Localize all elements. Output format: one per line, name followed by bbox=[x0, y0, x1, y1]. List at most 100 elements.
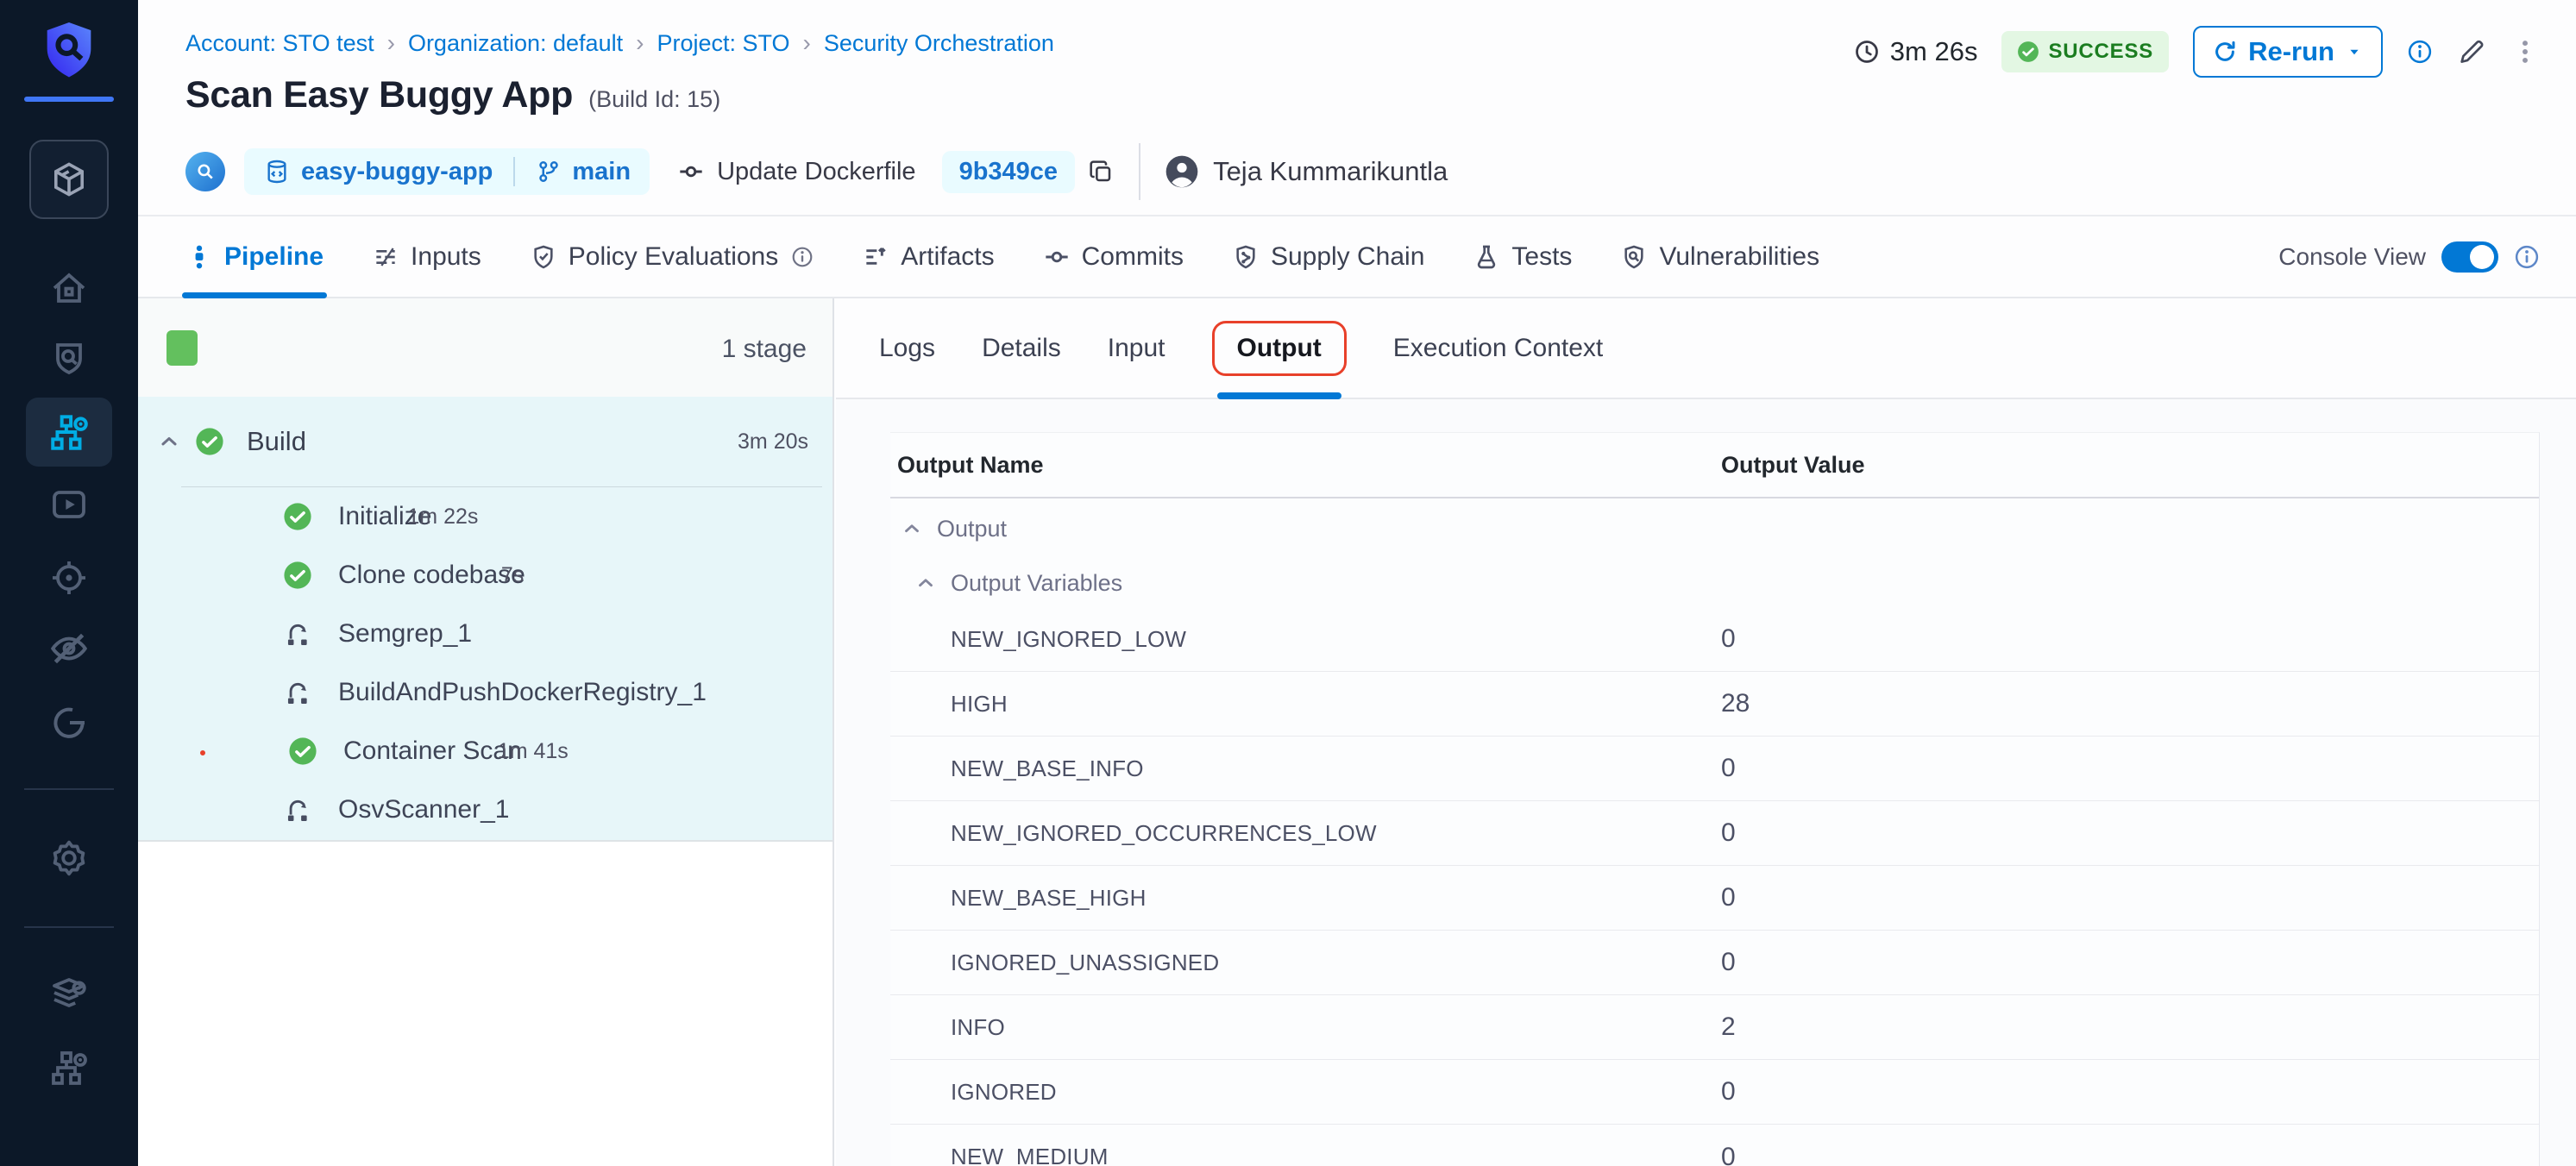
execution-tabbar: Pipeline Inputs Policy Evaluations Artif… bbox=[138, 216, 2576, 298]
sidebar-divider bbox=[24, 926, 114, 928]
tab-output[interactable]: Output bbox=[1212, 298, 1347, 398]
sto-shield-logo-icon[interactable] bbox=[41, 17, 97, 83]
pencil-icon bbox=[2457, 37, 2486, 66]
table-row: IGNORED 0 bbox=[890, 1060, 2539, 1125]
run-duration: 3m 26s bbox=[1890, 36, 1978, 67]
tab-inputs[interactable]: Inputs bbox=[372, 216, 481, 297]
commits-icon bbox=[1043, 243, 1071, 271]
step-label: Container Scan bbox=[343, 737, 522, 766]
stage-group-label: Build bbox=[247, 426, 306, 457]
chevron-up-icon[interactable] bbox=[157, 429, 181, 454]
tab-commits[interactable]: Commits bbox=[1043, 216, 1184, 297]
console-info-button[interactable] bbox=[2514, 244, 2540, 270]
step-build-and-push-docker-registry[interactable]: BuildAndPushDockerRegistry_1 bbox=[138, 663, 832, 722]
console-view-group: Console View bbox=[2278, 241, 2540, 273]
sidebar-item-exemptions[interactable] bbox=[0, 624, 138, 673]
step-clone-codebase[interactable]: Clone codebase 7s bbox=[138, 546, 832, 605]
sidebar-item-org-setup[interactable] bbox=[0, 1044, 138, 1092]
sidebar-item-targets[interactable] bbox=[0, 554, 138, 602]
pipelines-icon bbox=[47, 411, 91, 454]
tab-label: Supply Chain bbox=[1271, 242, 1424, 272]
step-container-scan[interactable]: Container Scan 1m 41s bbox=[138, 722, 832, 780]
tab-vulnerabilities[interactable]: Vulnerabilities bbox=[1620, 216, 1819, 297]
tab-pipeline[interactable]: Pipeline bbox=[185, 216, 324, 297]
rerun-label: Re-run bbox=[2248, 36, 2334, 67]
success-check-icon bbox=[283, 561, 312, 590]
execution-content: 1 stage Build 3m 20s Initialize bbox=[138, 298, 2576, 1166]
tab-artifacts[interactable]: Artifacts bbox=[862, 216, 994, 297]
commit-sha-pill[interactable]: 9b349ce bbox=[942, 151, 1076, 193]
copy-sha-button[interactable] bbox=[1087, 158, 1115, 185]
breadcrumb-account[interactable]: Account: STO test bbox=[185, 30, 374, 57]
sidebar-item-module-switcher[interactable] bbox=[29, 140, 109, 219]
tab-execution-context[interactable]: Execution Context bbox=[1393, 298, 1603, 398]
tab-logs[interactable]: Logs bbox=[879, 298, 935, 398]
status-text: SUCCESS bbox=[2048, 40, 2153, 64]
table-row: NEW_IGNORED_LOW 0 bbox=[890, 607, 2539, 672]
sidebar-item-home[interactable] bbox=[0, 265, 138, 313]
stage-group-build[interactable]: Build 3m 20s bbox=[138, 397, 832, 486]
table-row: HIGH 28 bbox=[890, 672, 2539, 737]
tab-input[interactable]: Input bbox=[1108, 298, 1165, 398]
sidebar-item-get-started[interactable] bbox=[0, 699, 138, 747]
sidebar-item-pipelines[interactable] bbox=[26, 398, 112, 467]
header-actions: 3m 26s SUCCESS Re-run bbox=[1854, 24, 2540, 79]
step-initialize[interactable]: Initialize 1m 22s bbox=[138, 487, 832, 546]
build-id-label: (Build Id: 15) bbox=[588, 86, 720, 113]
rerun-button[interactable]: Re-run bbox=[2193, 26, 2383, 78]
breadcrumb-organization[interactable]: Organization: default bbox=[408, 30, 623, 57]
rerun-info-button[interactable] bbox=[2407, 39, 2433, 65]
sidebar-item-settings[interactable] bbox=[0, 834, 138, 882]
table-row: NEW_BASE_HIGH 0 bbox=[890, 866, 2539, 931]
step-duration: 7s bbox=[501, 563, 524, 588]
console-view-toggle[interactable] bbox=[2441, 241, 2498, 273]
tab-label: Pipeline bbox=[224, 242, 324, 272]
settings-gear-icon bbox=[48, 837, 90, 879]
output-table: Output Name Output Value Output Output V… bbox=[890, 432, 2540, 1166]
chevron-up-icon[interactable] bbox=[914, 572, 937, 594]
scan-shield-icon bbox=[48, 337, 90, 379]
step-detail-panel: Logs Details Input Output Execution Cont… bbox=[836, 298, 2576, 1166]
output-value: 0 bbox=[1721, 818, 1736, 848]
tab-supply-chain[interactable]: Supply Chain bbox=[1232, 216, 1424, 297]
execution-header: Account: STO test › Organization: defaul… bbox=[138, 0, 2576, 216]
nav-sidebar bbox=[0, 0, 138, 1166]
sidebar-item-executions[interactable] bbox=[0, 480, 138, 529]
not-executed-icon bbox=[283, 678, 312, 707]
repo-branch-pill[interactable]: easy-buggy-app main bbox=[244, 148, 650, 195]
page-title: Scan Easy Buggy App bbox=[185, 74, 573, 116]
stage-panel-header: 1 stage bbox=[138, 298, 832, 397]
step-semgrep[interactable]: Semgrep_1 bbox=[138, 605, 832, 663]
breadcrumb-project[interactable]: Project: STO bbox=[657, 30, 789, 57]
step-label: Semgrep_1 bbox=[338, 619, 472, 649]
repo-name: easy-buggy-app bbox=[301, 158, 493, 186]
output-name: NEW_MEDIUM bbox=[890, 1144, 1109, 1166]
breadcrumb: Account: STO test › Organization: defaul… bbox=[185, 29, 1054, 57]
output-name: HIGH bbox=[890, 691, 1008, 718]
edit-pipeline-button[interactable] bbox=[2457, 37, 2486, 66]
tests-flask-icon bbox=[1473, 243, 1500, 271]
breadcrumb-module[interactable]: Security Orchestration bbox=[824, 30, 1054, 57]
not-executed-icon bbox=[283, 619, 312, 649]
branch-name: main bbox=[572, 158, 631, 186]
step-list: Initialize 1m 22s Clone codebase 7s Semg… bbox=[138, 487, 832, 839]
column-output-value: Output Value bbox=[1721, 452, 1865, 479]
step-osv-scanner[interactable]: OsvScanner_1 bbox=[138, 780, 832, 839]
tab-policy-evaluations[interactable]: Policy Evaluations bbox=[530, 216, 814, 297]
sidebar-item-scans[interactable] bbox=[0, 334, 138, 382]
table-row: IGNORED_UNASSIGNED 0 bbox=[890, 931, 2539, 995]
tab-label: Vulnerabilities bbox=[1659, 242, 1819, 272]
output-value: 0 bbox=[1721, 754, 1736, 783]
toggle-knob bbox=[2470, 245, 2494, 269]
chevron-up-icon[interactable] bbox=[901, 517, 923, 540]
inputs-icon bbox=[372, 243, 399, 271]
output-value: 28 bbox=[1721, 689, 1750, 718]
step-duration: 1m 41s bbox=[498, 739, 569, 764]
sidebar-item-project-setup[interactable] bbox=[0, 970, 138, 1019]
tab-tests[interactable]: Tests bbox=[1473, 216, 1572, 297]
tab-details[interactable]: Details bbox=[982, 298, 1061, 398]
group-row-output[interactable]: Output bbox=[890, 498, 2539, 559]
more-options-button[interactable] bbox=[2510, 37, 2540, 66]
group-row-output-variables[interactable]: Output Variables bbox=[890, 559, 2539, 607]
stage-group-section: Build 3m 20s Initialize 1m 22s Clone cod… bbox=[138, 397, 832, 842]
